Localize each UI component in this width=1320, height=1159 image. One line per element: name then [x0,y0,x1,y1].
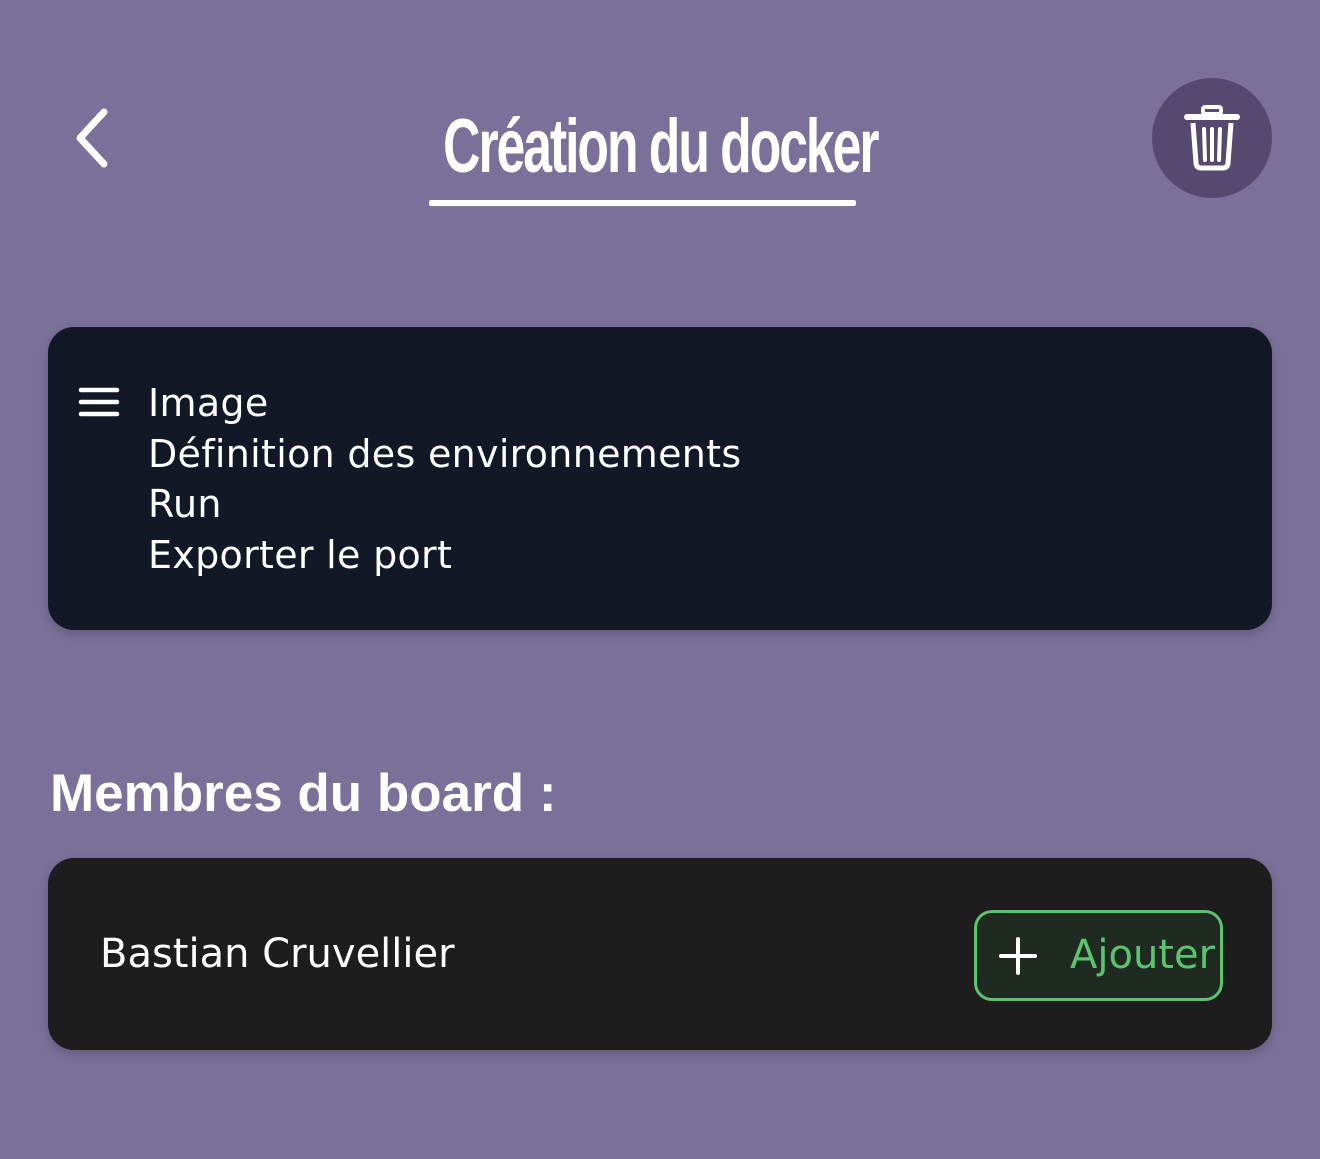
add-member-button[interactable]: Ajouter [974,910,1223,1001]
members-section-title: Membres du board : [50,764,557,823]
member-name: Bastian Cruvellier [100,931,455,977]
step-item-export-port: Exporter le port [148,532,453,577]
step-item-environments: Définition des environnements [148,431,742,476]
step-item-run: Run [148,482,222,526]
step-item-image: Image [148,381,269,425]
page-title-container: Création du docker [0,102,1320,192]
add-button-label: Ajouter [1070,932,1216,978]
title-underline [429,200,856,206]
plus-icon [999,937,1037,975]
menu-icon[interactable] [78,386,120,418]
page-title: Création du docker [442,104,879,189]
delete-button[interactable] [1152,78,1272,198]
trash-icon [1184,105,1240,171]
steps-list: Image Définition des environnements Run … [148,378,741,580]
